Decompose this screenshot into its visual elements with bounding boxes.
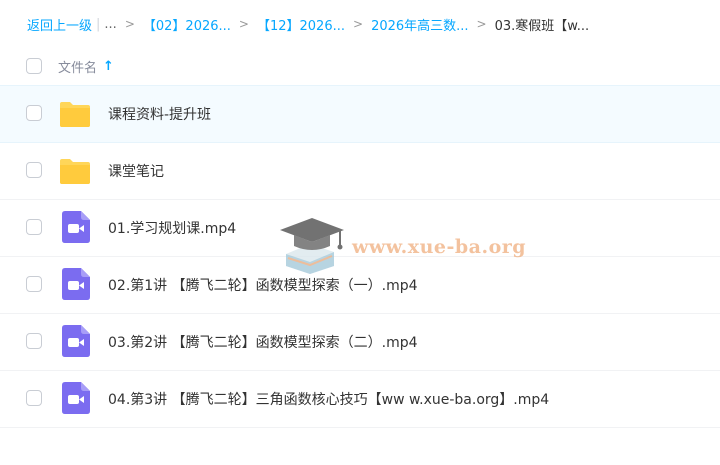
file-row[interactable]: 课程资料-提升班 [0,85,720,143]
breadcrumb-ellipsis[interactable]: ... [104,17,116,32]
file-name[interactable]: 03.第2讲 【腾飞二轮】函数模型探索（二）.mp4 [108,332,418,352]
video-file-icon [62,268,90,300]
row-checkbox[interactable] [26,162,42,178]
file-row[interactable]: 04.第3讲 【腾飞二轮】三角函数核心技巧【ww w.xue-ba.org】.m… [0,371,720,428]
row-checkbox[interactable] [26,105,42,121]
select-all-checkbox[interactable] [26,58,42,74]
file-name[interactable]: 04.第3讲 【腾飞二轮】三角函数核心技巧【ww w.xue-ba.org】.m… [108,389,549,409]
folder-icon [60,102,90,127]
video-file-icon [62,211,90,243]
file-name[interactable]: 01.学习规划课.mp4 [108,218,236,238]
breadcrumb-item[interactable]: 2026年高三数... [371,15,468,34]
watermark-text: www.xue-ba.org [352,236,527,258]
watermark: www.xue-ba.org [276,214,526,284]
chevron-right-icon: > [476,17,487,31]
chevron-right-icon: > [238,17,249,31]
filename-column-label: 文件名 [58,60,98,76]
row-checkbox[interactable] [26,390,42,406]
folder-icon [60,159,90,184]
video-file-icon [62,325,90,357]
breadcrumb-current: 03.寒假班【w... [494,18,590,34]
row-checkbox[interactable] [26,333,42,349]
file-row[interactable]: 03.第2讲 【腾飞二轮】函数模型探索（二）.mp4 [0,314,720,371]
file-name[interactable]: 课程资料-提升班 [108,104,211,124]
sort-arrow-up-icon[interactable]: ↑ [103,59,114,74]
breadcrumb-item[interactable]: 【12】2026... [257,15,345,34]
list-header: 文件名 ↑ [0,48,720,84]
chevron-right-icon: > [353,17,364,31]
breadcrumb: 返回上一级 | ... > 【02】2026... > 【12】2026... … [27,14,589,34]
row-checkbox[interactable] [26,276,42,292]
filename-column-header[interactable]: 文件名 ↑ [58,57,114,76]
file-name[interactable]: 课堂笔记 [108,161,164,181]
video-file-icon [62,382,90,414]
chevron-right-icon: > [124,17,135,31]
file-row[interactable]: 课堂笔记 [0,143,720,200]
breadcrumb-divider: | [96,16,101,32]
row-checkbox[interactable] [26,219,42,235]
graduation-cap-logo [280,218,344,274]
back-link[interactable]: 返回上一级 [27,15,92,34]
breadcrumb-item[interactable]: 【02】2026... [143,15,231,34]
